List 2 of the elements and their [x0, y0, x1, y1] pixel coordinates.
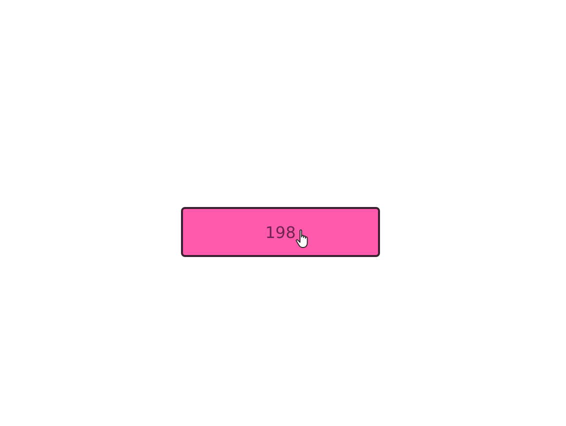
hand-cursor-icon — [295, 229, 311, 249]
counter-button[interactable]: 198 — [181, 207, 380, 257]
